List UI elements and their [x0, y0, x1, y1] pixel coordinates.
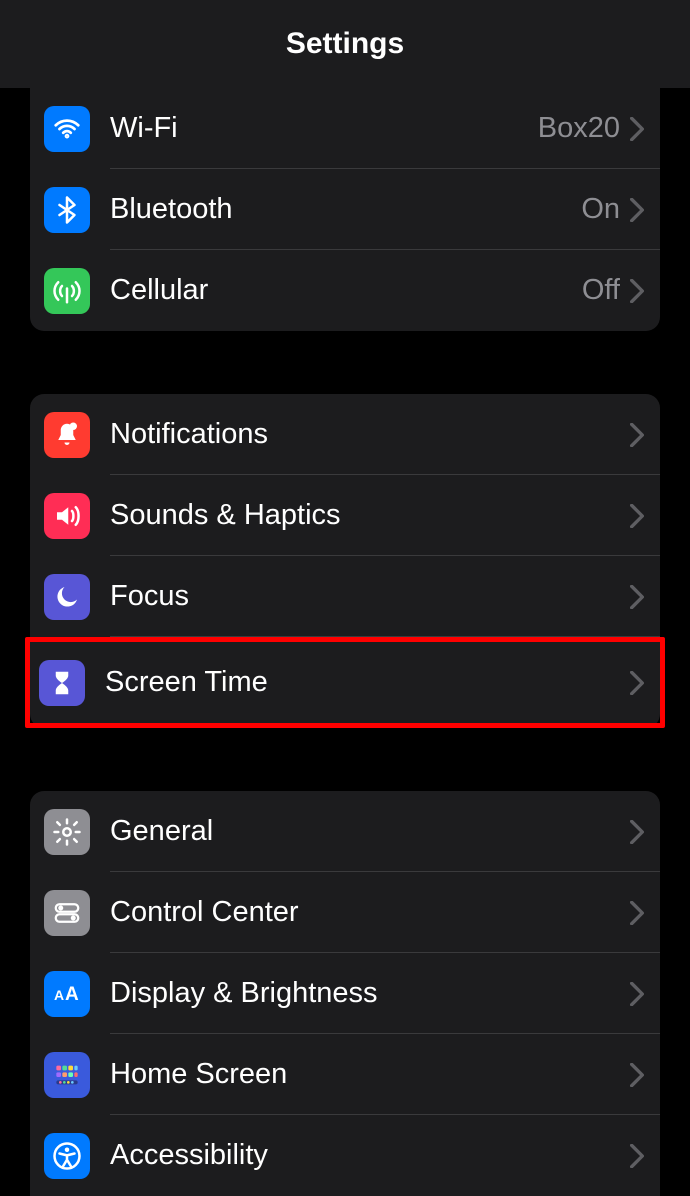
notifications-label: Notifications: [110, 418, 630, 451]
chevron-right-icon: [630, 504, 644, 528]
svg-text:A: A: [54, 987, 64, 1003]
chevron-right-icon: [630, 982, 644, 1006]
wifi-label: Wi-Fi: [110, 112, 538, 145]
chevron-right-icon: [630, 820, 644, 844]
device-section: General Control Center AA Display & Brig…: [30, 791, 660, 1196]
chevron-right-icon: [630, 671, 644, 695]
hourglass-icon: [39, 660, 85, 706]
display-row[interactable]: AA Display & Brightness: [30, 953, 660, 1034]
switches-icon: [44, 890, 90, 936]
chevron-right-icon: [630, 423, 644, 447]
focus-row[interactable]: Focus: [30, 556, 660, 637]
svg-text:A: A: [65, 984, 79, 1005]
chevron-right-icon: [630, 198, 644, 222]
chevron-right-icon: [630, 1144, 644, 1168]
bluetooth-value: On: [581, 193, 620, 226]
controlcenter-row[interactable]: Control Center: [30, 872, 660, 953]
cellular-value: Off: [582, 274, 620, 307]
settings-header: Settings: [0, 0, 690, 88]
bell-icon: [44, 412, 90, 458]
settings-content: Wi-Fi Box20 Bluetooth On Cellular Off: [0, 88, 690, 1196]
bluetooth-label: Bluetooth: [110, 193, 581, 226]
aa-icon: AA: [44, 971, 90, 1017]
general-label: General: [110, 815, 630, 848]
accessibility-label: Accessibility: [110, 1139, 630, 1172]
screentime-label: Screen Time: [105, 666, 630, 699]
homescreen-row[interactable]: Home Screen: [30, 1034, 660, 1115]
chevron-right-icon: [630, 279, 644, 303]
gear-icon: [44, 809, 90, 855]
sounds-label: Sounds & Haptics: [110, 499, 630, 532]
chevron-right-icon: [630, 585, 644, 609]
controlcenter-label: Control Center: [110, 896, 630, 929]
accessibility-icon: [44, 1133, 90, 1179]
connectivity-section: Wi-Fi Box20 Bluetooth On Cellular Off: [30, 88, 660, 331]
screentime-row[interactable]: Screen Time: [30, 642, 660, 723]
cellular-icon: [44, 268, 90, 314]
accessibility-row[interactable]: Accessibility: [30, 1115, 660, 1196]
notifications-row[interactable]: Notifications: [30, 394, 660, 475]
general-row[interactable]: General: [30, 791, 660, 872]
cellular-label: Cellular: [110, 274, 582, 307]
page-title: Settings: [286, 27, 404, 61]
alerts-section: Notifications Sounds & Haptics Focus Scr…: [30, 394, 660, 728]
wifi-icon: [44, 106, 90, 152]
speaker-icon: [44, 493, 90, 539]
bluetooth-icon: [44, 187, 90, 233]
highlight-box: Screen Time: [25, 637, 665, 728]
sounds-row[interactable]: Sounds & Haptics: [30, 475, 660, 556]
homescreen-label: Home Screen: [110, 1058, 630, 1091]
moon-icon: [44, 574, 90, 620]
chevron-right-icon: [630, 1063, 644, 1087]
wifi-row[interactable]: Wi-Fi Box20: [30, 88, 660, 169]
chevron-right-icon: [630, 117, 644, 141]
display-label: Display & Brightness: [110, 977, 630, 1010]
chevron-right-icon: [630, 901, 644, 925]
bluetooth-row[interactable]: Bluetooth On: [30, 169, 660, 250]
focus-label: Focus: [110, 580, 630, 613]
cellular-row[interactable]: Cellular Off: [30, 250, 660, 331]
grid-icon: [44, 1052, 90, 1098]
wifi-value: Box20: [538, 112, 620, 145]
